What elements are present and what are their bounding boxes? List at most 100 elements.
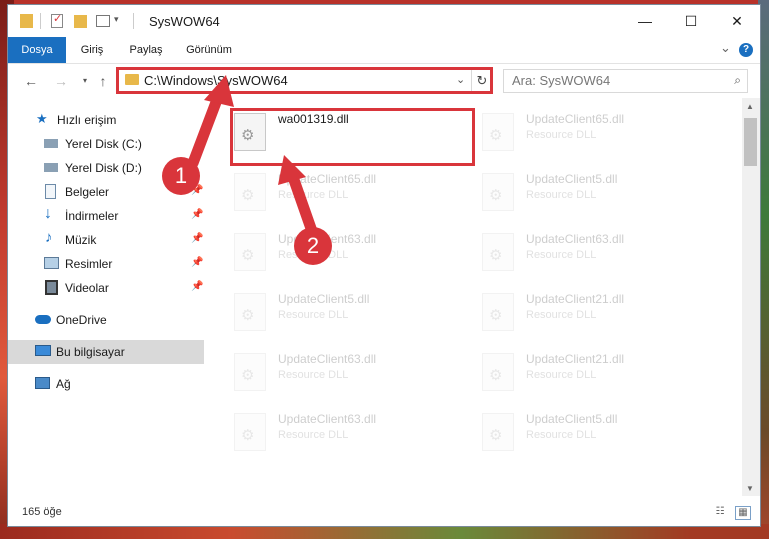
gear-icon: ⚙ [489,187,503,204]
nav-item-network[interactable]: Ağ [8,372,204,396]
gear-icon: ⚙ [489,307,503,324]
nav-item-music[interactable]: ♪ Müzik 📌 [8,228,204,252]
file-type: Resource DLL [278,369,349,381]
nav-label: Resimler [65,257,113,271]
file-item[interactable]: ⚙ UpdateClient5.dll Resource DLL [456,158,696,214]
file-name: UpdateClient65.dll [278,172,377,186]
minimize-button[interactable]: — [622,5,668,37]
gear-icon: ⚙ [489,127,503,144]
nav-item-videos[interactable]: Videolar 📌 [8,276,204,300]
dll-file-icon: ⚙ [482,113,514,151]
title-bar: ✓ ▾ SysWOW64 — ☐ ✕ [8,5,760,37]
up-button[interactable]: ↑ [94,72,112,90]
properties-icon[interactable]: ✓ [51,13,63,28]
file-type: Resource DLL [278,429,349,441]
status-bar: 165 öğe ☷ ▦ [8,500,760,526]
tab-file[interactable]: Dosya [8,37,66,63]
drive-icon [44,139,58,148]
computer-icon [35,345,51,356]
maximize-button[interactable]: ☐ [668,5,714,37]
dll-file-icon: ⚙ [234,353,266,391]
close-button[interactable]: ✕ [714,5,760,37]
recent-locations-button[interactable]: ▾ [76,72,94,90]
file-name: UpdateClient5.dll [526,412,618,426]
dll-file-icon: ⚙ [234,173,266,211]
vertical-scrollbar[interactable]: ▲ ▼ [742,98,760,496]
details-view-icon[interactable]: ☷ [713,506,727,518]
tab-home[interactable]: Giriş [72,37,112,63]
pin-icon[interactable]: 📌 [191,233,203,244]
scrollbar-thumb[interactable] [744,118,757,166]
pictures-icon [44,257,59,269]
nav-label: Videolar [65,281,109,295]
tab-share[interactable]: Paylaş [122,37,170,63]
nav-label: Hızlı erişim [57,113,117,127]
file-item[interactable]: ⚙ UpdateClient63.dll Resource DLL [208,338,448,394]
file-name: UpdateClient21.dll [526,352,625,366]
gear-icon: ⚙ [241,307,255,324]
file-type: Resource DLL [526,369,597,381]
nav-item-pictures[interactable]: Resimler 📌 [8,252,204,276]
customize-toolbar-icon[interactable]: ▾ [114,14,119,30]
gear-icon: ⚙ [241,427,255,444]
gear-icon: ⚙ [489,247,503,264]
view-options-icon[interactable] [96,15,110,27]
file-item[interactable]: ⚙ UpdateClient65.dll Resource DLL [456,98,696,154]
star-icon: ★ [36,111,48,126]
dll-file-icon: ⚙ [482,413,514,451]
nav-label: Bu bilgisayar [56,345,125,359]
scroll-down-icon[interactable]: ▼ [746,484,754,493]
nav-item-this-pc[interactable]: Bu bilgisayar [8,340,204,364]
nav-item-onedrive[interactable]: OneDrive [8,308,204,332]
file-item[interactable]: ⚙ UpdateClient65.dll Resource DLL [208,158,448,214]
separator [40,13,41,29]
dll-file-icon: ⚙ [482,353,514,391]
forward-button[interactable]: → [52,72,70,90]
separator [133,13,134,29]
help-icon[interactable]: ? [739,43,753,57]
file-name: UpdateClient5.dll [526,172,618,186]
cloud-icon [35,315,51,324]
folder-icon [20,14,33,28]
maximize-icon: ☐ [684,12,698,29]
nav-item-local-disk-c[interactable]: Yerel Disk (C:) [8,132,204,156]
file-list: ⚙ wa001319.dll ⚙ UpdateClient65.dll Reso… [208,98,742,496]
new-folder-icon[interactable] [74,15,87,28]
expand-ribbon-icon[interactable]: ⌄ [720,40,731,56]
file-item[interactable]: ⚙ UpdateClient63.dll Resource DLL [456,218,696,274]
dll-file-icon: ⚙ [482,233,514,271]
pin-icon[interactable]: 📌 [191,281,203,292]
pin-icon[interactable]: 📌 [191,257,203,268]
file-item[interactable]: ⚙ UpdateClient5.dll Resource DLL [456,398,696,454]
step-badge-2: 2 [294,227,332,265]
search-input[interactable]: Ara: SysWOW64 ⌕ [503,69,748,93]
nav-label: Belgeler [65,185,110,199]
music-icon: ♪ [45,229,53,246]
file-item[interactable]: ⚙ UpdateClient63.dll Resource DLL [208,398,448,454]
back-button[interactable]: ← [22,72,40,90]
ribbon-tabs: Dosya Giriş Paylaş Görünüm ⌄ ? [8,37,760,64]
gear-icon: ⚙ [241,247,255,264]
pin-icon[interactable]: 📌 [191,209,203,220]
file-type: Resource DLL [278,309,349,321]
search-placeholder: Ara: SysWOW64 [512,73,611,88]
dll-file-icon: ⚙ [482,173,514,211]
tiles-view-icon[interactable]: ▦ [735,506,751,520]
file-item[interactable]: ⚙ UpdateClient21.dll Resource DLL [456,278,696,334]
dll-file-icon: ⚙ [482,293,514,331]
minimize-icon: — [638,13,652,29]
nav-item-quick-access[interactable]: ★ Hızlı erişim [8,108,204,132]
file-name: UpdateClient63.dll [526,232,625,246]
address-highlight-box [116,67,493,94]
nav-label: Müzik [65,233,97,247]
tab-view[interactable]: Görünüm [180,37,238,63]
nav-item-downloads[interactable]: ↓ İndirmeler 📌 [8,204,204,228]
desktop-background-bottom [0,524,769,539]
scroll-up-icon[interactable]: ▲ [746,102,754,111]
nav-label: Ağ [56,377,71,391]
network-icon [35,377,50,389]
file-item[interactable]: ⚙ UpdateClient5.dll Resource DLL [208,278,448,334]
file-item[interactable]: ⚙ UpdateClient21.dll Resource DLL [456,338,696,394]
downloads-icon: ↓ [44,205,52,222]
gear-icon: ⚙ [489,427,503,444]
